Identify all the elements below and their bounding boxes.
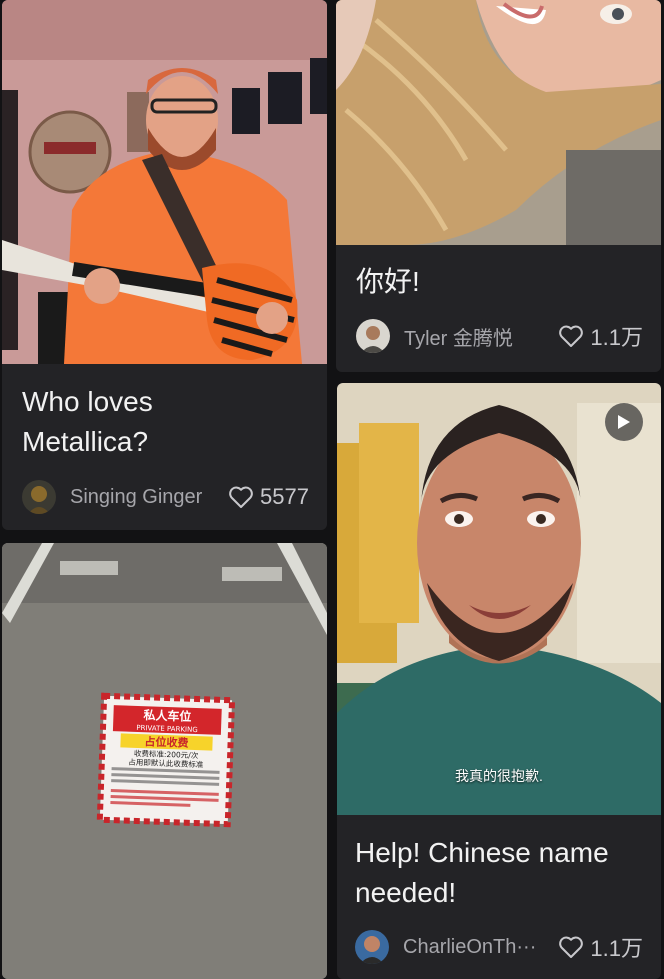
avatar[interactable]: [22, 480, 56, 514]
like-count[interactable]: 5577: [228, 484, 309, 510]
post-caption: 你好!: [356, 266, 420, 297]
post-caption: Who loves Metallica?: [22, 386, 153, 457]
like-count[interactable]: 1.1万: [558, 931, 643, 963]
post-caption: Help! Chinese name needed!: [355, 837, 609, 908]
post-meta: Singing Ginger 5577: [22, 479, 309, 515]
post-card-metallica[interactable]: Who loves Metallica? Singing Ginger 5577: [2, 0, 327, 530]
like-count[interactable]: 1.1万: [558, 320, 643, 352]
avatar[interactable]: [356, 319, 390, 353]
like-count-value: 1.1万: [590, 325, 643, 350]
thumbnail-man-talking-to-camera[interactable]: [337, 383, 661, 815]
avatar[interactable]: [355, 930, 389, 964]
heart-icon[interactable]: [558, 935, 584, 959]
play-icon[interactable]: [605, 403, 643, 441]
author-name[interactable]: Singing Ginger: [70, 486, 228, 509]
post-card-parking[interactable]: 私人车位 PRIVATE PARKING 占位收费 收费标准:200元/次 占用…: [2, 543, 327, 979]
heart-icon[interactable]: [228, 485, 254, 509]
sign-title: 私人车位: [142, 707, 192, 724]
like-count-value: 5577: [260, 484, 309, 509]
thumbnail-woman-close-up[interactable]: [336, 0, 661, 245]
thumbnail-man-playing-guitar[interactable]: [2, 0, 327, 364]
thumbnail-parking-space-sign[interactable]: 私人车位 PRIVATE PARKING 占位收费 收费标准:200元/次 占用…: [2, 543, 327, 979]
video-subtitle: 我真的很抱歉.: [455, 768, 543, 784]
video-feed-grid: Who loves Metallica? Singing Ginger 5577: [0, 0, 664, 979]
like-count-value: 1.1万: [590, 936, 643, 961]
post-meta: CharlieOnTh··· 1.1万: [355, 929, 643, 965]
post-meta: Tyler 金腾悦 1.1万: [356, 318, 643, 354]
post-card-chinese-name[interactable]: 我真的很抱歉. Help! Chinese name needed! Charl…: [337, 383, 661, 979]
author-name[interactable]: CharlieOnTh···: [403, 936, 558, 959]
post-card-nihao[interactable]: 你好! Tyler 金腾悦 1.1万: [336, 0, 661, 372]
heart-icon[interactable]: [558, 324, 584, 348]
author-name[interactable]: Tyler 金腾悦: [404, 322, 558, 351]
sign-highlight: 占位收费: [144, 734, 188, 750]
